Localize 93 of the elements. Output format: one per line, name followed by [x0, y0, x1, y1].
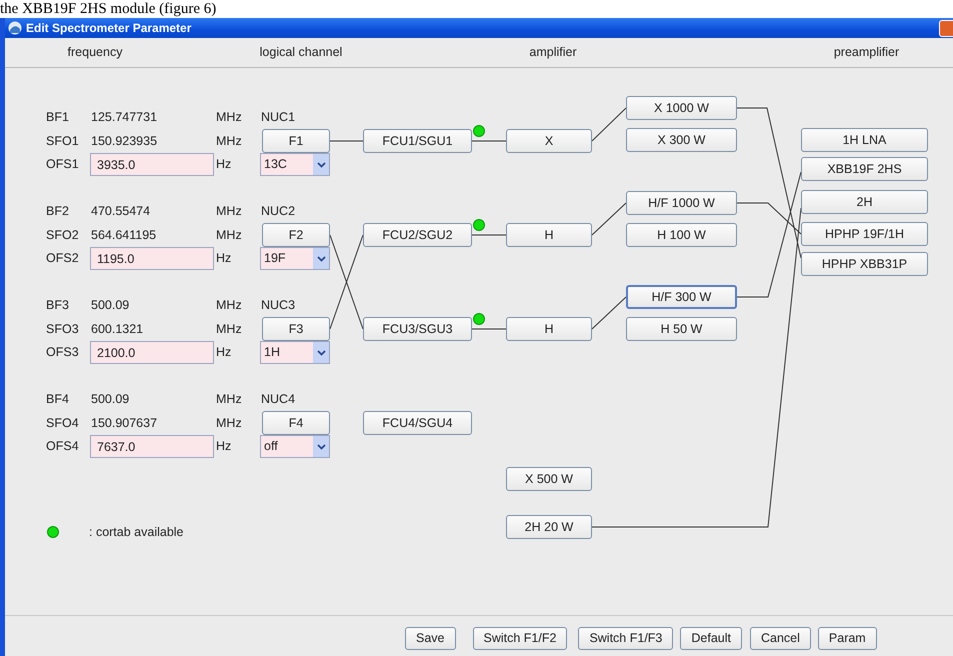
field-value: 500.09 — [91, 297, 130, 313]
caret-icon — [316, 162, 326, 168]
column-header: preamplifier — [832, 44, 900, 62]
window-title: Edit Spectrometer Parameter — [26, 20, 192, 37]
field-label: OFS4 — [46, 438, 79, 454]
nucleus-label: NUC4 — [261, 391, 296, 407]
unit-label: Hz — [216, 438, 232, 454]
router-button[interactable]: FCU3/SGU3 — [363, 317, 472, 341]
offset-field[interactable]: 7637.0 — [90, 435, 214, 458]
dialog-button[interactable]: Param — [818, 626, 877, 650]
dialog-button[interactable]: Default — [680, 626, 742, 650]
dialog-button[interactable]: Switch F1/F3 — [578, 626, 674, 650]
caret-icon — [316, 256, 326, 262]
nucleus-dropdown[interactable]: 13C — [260, 153, 330, 176]
nucleus-label: NUC3 — [261, 297, 296, 313]
unit-label: MHz — [216, 227, 242, 243]
router-button[interactable]: FCU1/SGU1 — [363, 129, 472, 153]
nucleus-dropdown[interactable]: off — [260, 435, 330, 458]
amplifier-output-button[interactable]: H 100 W — [626, 223, 737, 247]
dialog-button[interactable]: Save — [405, 626, 456, 650]
field-label: OFS3 — [46, 344, 79, 360]
field-label: SFO3 — [46, 321, 79, 337]
offset-field[interactable]: 1195.0 — [90, 247, 214, 270]
close-button[interactable] — [939, 20, 953, 36]
offset-field[interactable]: 3935.0 — [90, 153, 214, 176]
unit-label: Hz — [216, 250, 232, 266]
unit-label: MHz — [216, 109, 242, 125]
offset-field[interactable]: 2100.0 — [90, 341, 214, 364]
connector-line — [472, 328, 506, 330]
field-label: BF4 — [46, 391, 69, 407]
dialog-button[interactable]: Cancel — [750, 626, 811, 650]
preamplifier-button[interactable]: 1H LNA — [801, 128, 928, 152]
unit-label: MHz — [216, 203, 242, 219]
preamplifier-button[interactable]: HPHP XBB31P — [801, 252, 928, 276]
connector-line — [472, 140, 506, 142]
column-header: frequency — [66, 44, 124, 62]
connector-line — [330, 140, 364, 142]
field-label: BF3 — [46, 297, 69, 313]
amplifier-button[interactable]: X — [506, 129, 592, 153]
amplifier-output-button[interactable]: X 300 W — [626, 128, 737, 152]
column-header: logical channel — [258, 44, 344, 62]
amplifier-button[interactable]: H — [506, 317, 592, 341]
field-label: SFO1 — [46, 133, 79, 149]
channel-button[interactable]: F1 — [262, 129, 330, 153]
unit-label: Hz — [216, 156, 232, 172]
unit-label: Hz — [216, 344, 232, 360]
nucleus-label: NUC2 — [261, 203, 296, 219]
column-header: amplifier — [528, 44, 578, 62]
channel-button[interactable]: F4 — [262, 411, 330, 435]
amplifier-output-button[interactable]: H/F 300 W — [626, 285, 737, 309]
field-label: OFS1 — [46, 156, 79, 172]
channel-button[interactable]: F2 — [262, 223, 330, 247]
amplifier-output-button[interactable]: H 50 W — [626, 317, 737, 341]
amplifier-button[interactable]: H — [506, 223, 592, 247]
caption-text: the XBB19F 2HS module (figure 6) — [0, 0, 216, 18]
app-icon — [8, 21, 22, 35]
nucleus-dropdown[interactable]: 1H — [260, 341, 330, 364]
amplifier-output-button[interactable]: X 1000 W — [626, 96, 737, 120]
legend-text: : cortab available — [89, 524, 184, 540]
dialog-button[interactable]: Switch F1/F2 — [472, 626, 568, 650]
field-value: 500.09 — [91, 391, 130, 407]
preamplifier-button[interactable]: HPHP 19F/1H — [801, 222, 928, 246]
field-label: BF1 — [46, 109, 69, 125]
field-value: 150.923935 — [91, 133, 158, 149]
field-value: 564.641195 — [91, 227, 156, 243]
channel-button[interactable]: F3 — [262, 317, 330, 341]
preamplifier-button[interactable]: 2H — [801, 190, 928, 214]
legend-dot — [47, 526, 59, 538]
field-value: 600.1321 — [91, 321, 144, 337]
field-label: BF2 — [46, 203, 69, 219]
connector-line — [472, 234, 506, 236]
unit-label: MHz — [216, 297, 242, 313]
field-value: 470.55474 — [91, 203, 150, 219]
amplifier-output-button[interactable]: X 500 W — [506, 467, 592, 491]
unit-label: MHz — [216, 133, 242, 149]
field-value: 150.907637 — [91, 415, 158, 431]
field-label: SFO4 — [46, 415, 79, 431]
nucleus-dropdown[interactable]: 19F — [260, 247, 330, 270]
router-button[interactable]: FCU4/SGU4 — [363, 411, 472, 435]
unit-label: MHz — [216, 321, 242, 337]
field-label: OFS2 — [46, 250, 79, 266]
caret-icon — [316, 444, 326, 450]
amplifier-output-button[interactable]: 2H 20 W — [506, 515, 592, 539]
router-button[interactable]: FCU2/SGU2 — [363, 223, 472, 247]
field-value: 125.747731 — [91, 109, 158, 125]
connector-line — [592, 108, 626, 142]
field-label: SFO2 — [46, 227, 79, 243]
caret-icon — [316, 350, 326, 356]
unit-label: MHz — [216, 415, 242, 431]
preamplifier-button[interactable]: XBB19F 2HS — [801, 157, 928, 181]
nucleus-label: NUC1 — [261, 109, 296, 125]
unit-label: MHz — [216, 391, 242, 407]
amplifier-output-button[interactable]: H/F 1000 W — [626, 191, 737, 215]
